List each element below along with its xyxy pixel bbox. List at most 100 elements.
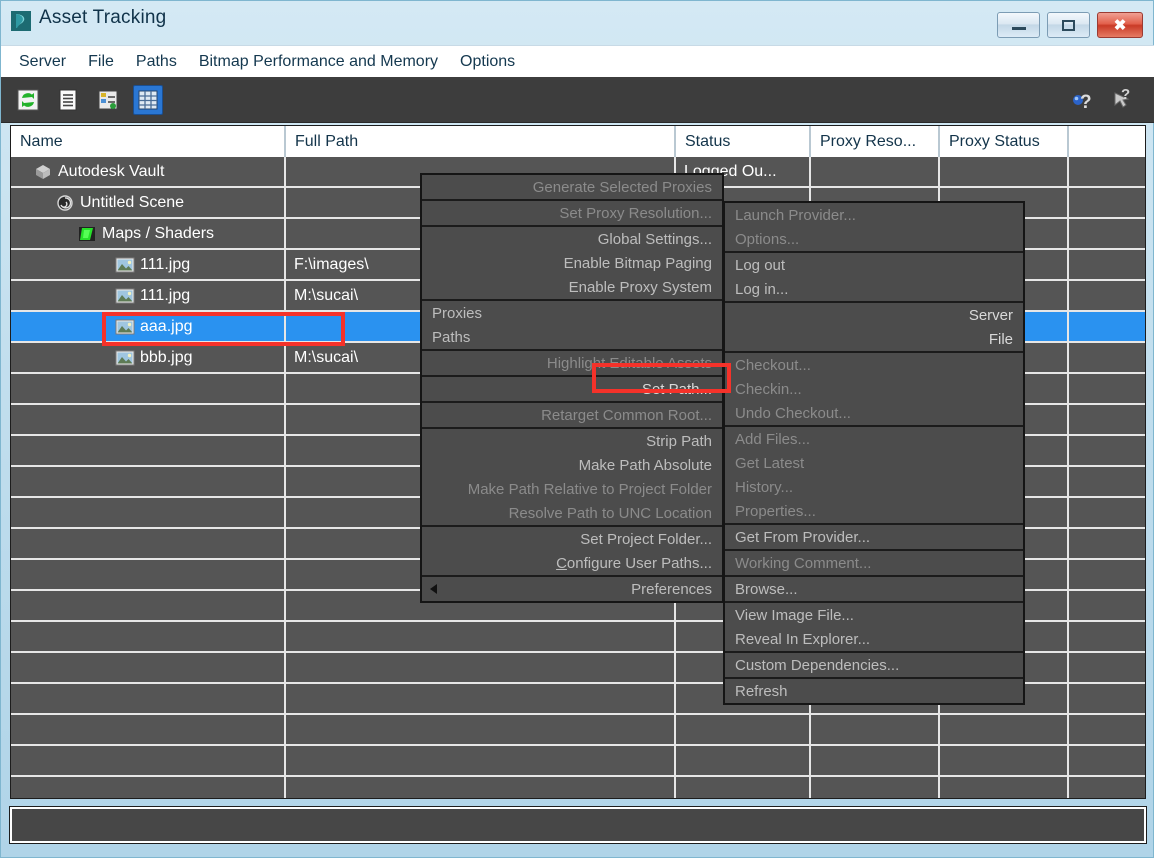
table-cell-empty [940,715,1069,744]
menu-item-custom-dependencies[interactable]: Custom Dependencies... [725,653,1023,677]
asset-tracking-window: Asset Tracking ✖ Server File Paths Bitmap P… [0,0,1154,858]
menu-item-log-out[interactable]: Log out [725,253,1023,277]
menu-item-working-comment: Working Comment... [725,551,1023,575]
menubar-item-label: File [88,52,114,70]
bitmap-icon [115,319,135,334]
menu-item-checkin: Checkin... [725,377,1023,401]
table-cell-empty [1069,591,1145,620]
table-cell-empty [11,374,286,403]
table-cell-empty [1069,622,1145,651]
column-header-label: Proxy Status [949,132,1040,150]
menu-item-label: Proxies [432,304,483,322]
table-row-empty[interactable] [11,746,1145,777]
menu-item-label: Generate Selected Proxies [532,178,712,196]
menu-item-enable-proxy-system[interactable]: Enable Proxy System [422,275,722,299]
menu-item-global-settings[interactable]: Global Settings... [422,227,722,251]
menu-item-make-path-absolute[interactable]: Make Path Absolute [422,453,722,477]
column-header-full-path[interactable]: Full Path [286,126,676,157]
menu-item-label: Checkout... [735,356,811,374]
table-cell-empty [811,746,940,775]
menu-item-label: Server [968,306,1013,324]
menu-item-refresh[interactable]: Refresh [725,679,1023,703]
server-submenu[interactable]: Launch Provider... Options... Log out Log i… [723,201,1025,705]
menubar-item-bitmap-performance-and-memory[interactable]: Bitmap Performance and Memory [188,46,449,78]
table-cell-empty [11,684,286,713]
menu-item-label: Highlight Editable Assets [546,354,712,372]
maximize-button[interactable] [1047,12,1090,38]
column-header-status[interactable]: Status [676,126,811,157]
menu-item-label: Set Project Folder... [580,530,712,548]
minimize-button[interactable] [997,12,1040,38]
menu-item-preferences[interactable]: Preferences [422,577,722,601]
window-title: Asset Tracking [39,7,167,28]
menu-item-file[interactable]: File [725,327,1023,351]
grid-view-icon[interactable] [133,85,163,115]
table-cell-empty [1069,374,1145,403]
table-cell-empty [1069,560,1145,589]
menubar-item-server[interactable]: Server [8,46,77,78]
menu-item-set-project-folder[interactable]: Set Project Folder... [422,527,722,551]
help-icon[interactable]: ? [1069,85,1099,115]
menu-item-label: Enable Proxy System [568,278,712,296]
table-row-empty[interactable] [11,715,1145,746]
table-cell-empty [11,436,286,465]
help-context-icon[interactable]: ? [1109,85,1139,115]
app-icon [11,11,31,31]
bitmap-icon [115,288,135,303]
menu-item-reveal-in-explorer[interactable]: Reveal In Explorer... [725,627,1023,651]
menu-item-label: Set Path... [641,380,712,398]
asset-name-label: 111.jpg [140,286,191,304]
menubar-item-label: Bitmap Performance and Memory [198,52,439,70]
table-cell-empty [286,622,676,651]
menubar-item-options[interactable]: Options [449,46,526,78]
bitmap-icon [115,350,135,365]
column-header-blank[interactable] [1069,126,1145,157]
menu-item-label: Browse... [735,580,798,598]
menu-item-label: History... [735,478,794,496]
scene-icon [57,194,73,211]
menu-item-enable-bitmap-paging[interactable]: Enable Bitmap Paging [422,251,722,275]
menu-item-launch-provider: Launch Provider... [725,203,1023,227]
table-cell-empty [1069,529,1145,558]
refresh-icon[interactable] [13,85,43,115]
menu-item-view-image-file[interactable]: View Image File... [725,603,1023,627]
table-cell-empty [1069,684,1145,713]
menu-item-server[interactable]: Server [725,303,1023,327]
table-cell-empty [11,405,286,434]
paths-context-menu[interactable]: Generate Selected Proxies Set Proxy Resol… [420,173,724,603]
menu-item-set-path[interactable]: Set Path... [422,377,722,401]
table-cell-empty [286,653,676,682]
asset-name-label: aaa.jpg [140,317,193,335]
menu-item-proxies[interactable]: Proxies [422,301,722,325]
column-header-name[interactable]: Name [11,126,286,157]
menubar-item-file[interactable]: File [77,46,125,78]
table-cell-name: aaa.jpg [11,312,286,341]
column-header-label: Full Path [295,132,359,150]
table-cell-empty [1069,467,1145,496]
menu-item-strip-path[interactable]: Strip Path [422,429,722,453]
column-header-proxy-reso[interactable]: Proxy Reso... [811,126,940,157]
menu-item-history: History... [725,475,1023,499]
table-cell-extra [1069,157,1145,186]
table-cell-empty [286,746,676,775]
menu-item-resolve-path-to-unc-location: Resolve Path to UNC Location [422,501,722,525]
menu-item-label: Reveal In Explorer... [735,630,871,648]
asset-name-label: bbb.jpg [140,348,193,366]
close-button[interactable]: ✖ [1097,12,1143,38]
bitmap-icon [115,257,135,272]
tree-view-icon[interactable] [93,85,123,115]
menu-item-log-in[interactable]: Log in... [725,277,1023,301]
column-header-proxy-status[interactable]: Proxy Status [940,126,1069,157]
menu-item-configure-user-paths[interactable]: Configure User Paths... [422,551,722,575]
menubar-item-paths[interactable]: Paths [125,46,188,78]
table-cell-empty [11,622,286,651]
asset-name-label: Autodesk Vault [58,162,165,180]
list-view-icon[interactable] [53,85,83,115]
menu-item-paths[interactable]: Paths [422,325,722,349]
menu-item-label: Properties... [735,502,816,520]
menu-item-browse[interactable]: Browse... [725,577,1023,601]
table-cell-empty [1069,405,1145,434]
table-cell-empty [11,498,286,527]
menu-item-get-from-provider[interactable]: Get From Provider... [725,525,1023,549]
column-header-label: Proxy Reso... [820,132,917,150]
